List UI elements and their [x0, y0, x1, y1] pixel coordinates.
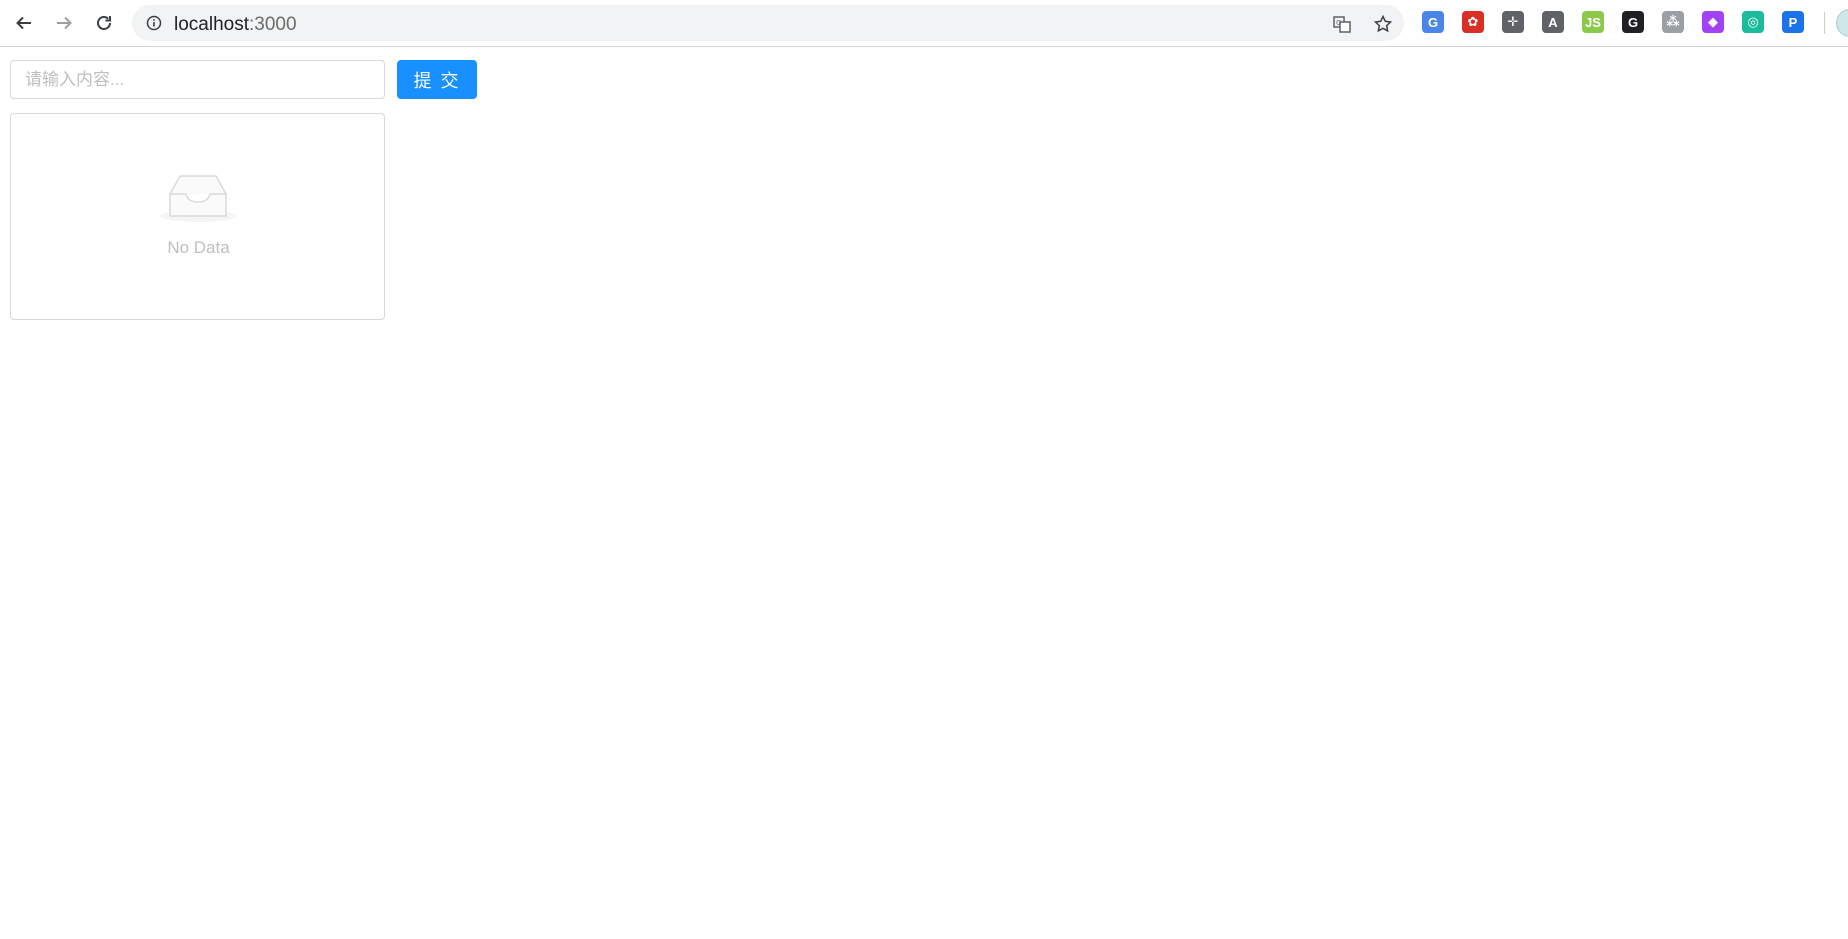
empty-inbox-icon: [160, 175, 236, 222]
toolbar-separator: [1824, 12, 1825, 34]
back-button[interactable]: [9, 8, 39, 38]
move-ext-icon[interactable]: ✛: [1502, 11, 1524, 33]
back-arrow-icon: [16, 16, 31, 30]
bookmark-star-icon[interactable]: [1373, 14, 1393, 34]
url-port: :3000: [249, 14, 297, 35]
empty-text: No Data: [167, 238, 230, 257]
info-icon[interactable]: [146, 15, 162, 31]
tree-ext-icon[interactable]: ⁂: [1662, 11, 1684, 33]
reload-icon: [97, 16, 111, 30]
submit-button[interactable]: 提 交: [397, 60, 477, 99]
angular-ext-icon[interactable]: A: [1542, 11, 1564, 33]
translate-icon[interactable]: G: [1332, 14, 1352, 34]
reload-button[interactable]: [89, 8, 119, 38]
red-ext-icon[interactable]: ✿: [1462, 11, 1484, 33]
pocket-p-ext-icon[interactable]: P: [1782, 11, 1804, 33]
target-ext-icon[interactable]: ◎: [1742, 11, 1764, 33]
forward-button[interactable]: [49, 8, 79, 38]
list-container: No Data: [10, 113, 385, 320]
grammarly-ext-icon[interactable]: G: [1622, 11, 1644, 33]
nodejs-ext-icon[interactable]: JS: [1582, 11, 1604, 33]
url-host: localhost: [174, 14, 249, 35]
browser-toolbar: localhost:3000 G G ✿ ✛ A JS G ⁂ ◆ ◎ P: [0, 0, 1848, 47]
svg-text:G: G: [1336, 19, 1341, 27]
content-input[interactable]: [10, 60, 385, 99]
forward-arrow-icon: [57, 16, 72, 30]
profile-avatar[interactable]: [1836, 9, 1848, 37]
google-translate-ext-icon[interactable]: G: [1422, 11, 1444, 33]
purple-ext-icon[interactable]: ◆: [1702, 11, 1724, 33]
page-content: 提 交 No Data: [0, 48, 1848, 939]
url-text: localhost:3000: [174, 14, 297, 36]
address-bar[interactable]: localhost:3000 G: [132, 5, 1404, 41]
